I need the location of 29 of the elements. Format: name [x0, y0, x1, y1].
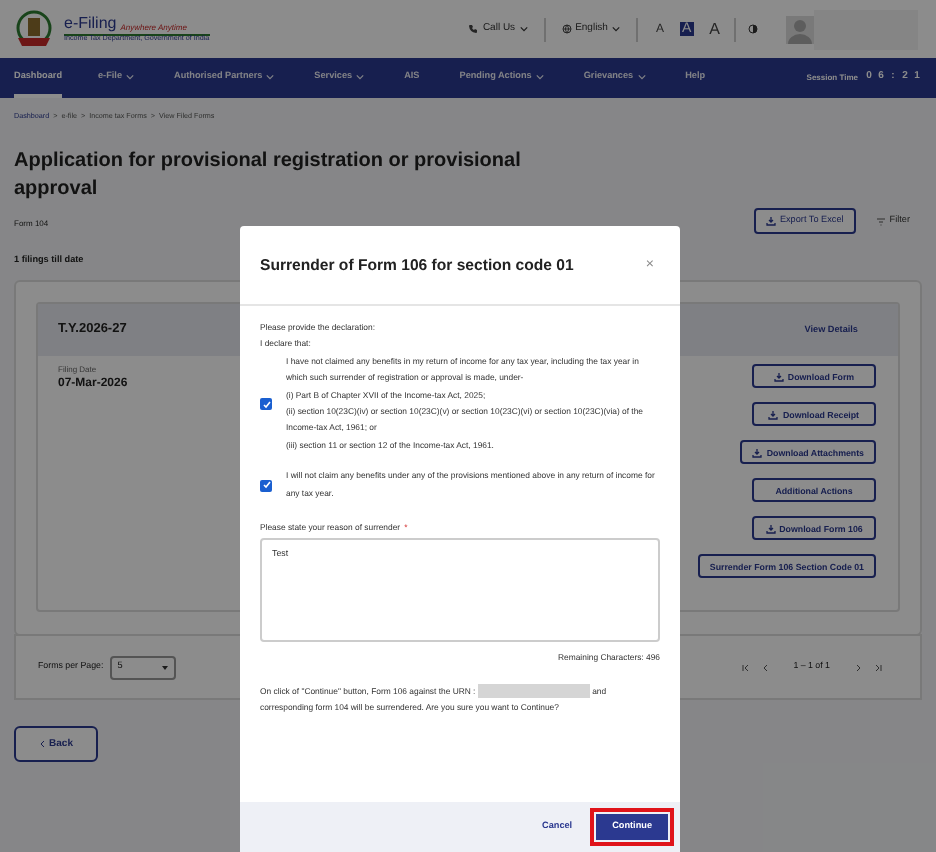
download-icon — [773, 371, 784, 382]
declaration-checkbox[interactable] — [260, 479, 272, 492]
first-page-icon[interactable] — [741, 663, 750, 672]
caret-icon — [356, 73, 365, 79]
caret-icon — [637, 73, 646, 79]
logo-title: e-Filing — [64, 15, 117, 32]
download-icon — [752, 447, 763, 458]
phone-icon — [468, 24, 479, 34]
download-icon — [765, 523, 776, 534]
last-page-icon[interactable] — [874, 663, 882, 672]
redacted-box — [814, 9, 918, 49]
page-title: Application for provisional registration or provisional approval — [12, 148, 523, 205]
caret-icon — [519, 26, 528, 32]
download-icon — [765, 216, 776, 227]
caret-icon — [611, 26, 620, 32]
caret-icon — [126, 73, 134, 79]
globe-icon — [561, 24, 572, 34]
declaration-checkbox[interactable] — [260, 398, 272, 411]
filter-icon — [875, 217, 886, 226]
text-size-button[interactable]: A — [707, 21, 722, 37]
caret-icon — [266, 73, 275, 79]
redacted-urn — [477, 684, 590, 699]
caret-icon — [535, 73, 544, 79]
download-icon — [768, 409, 779, 420]
contrast-icon[interactable] — [748, 24, 758, 34]
checkmark-icon — [261, 399, 271, 410]
emblem-logo-icon — [14, 9, 54, 49]
checkmark-icon — [261, 480, 271, 491]
dropdown-icon — [161, 665, 168, 670]
